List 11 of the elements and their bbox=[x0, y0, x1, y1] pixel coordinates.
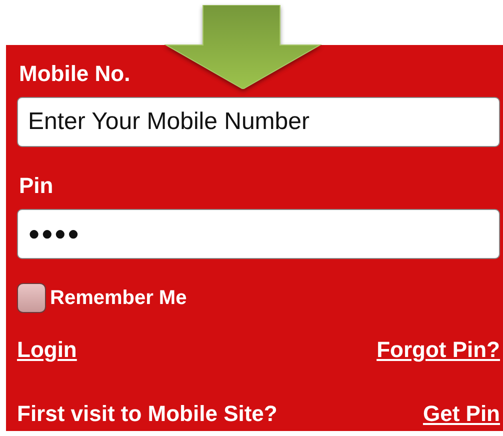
field-label: Mobile No. bbox=[19, 60, 132, 88]
footer-text: First visit to Mobile Site? bbox=[17, 401, 278, 427]
checkbox-label: Remember Me bbox=[50, 286, 187, 310]
link[interactable]: Login bbox=[17, 337, 77, 363]
link[interactable]: Forgot Pin? bbox=[376, 337, 500, 363]
input-field[interactable]: ●●●● bbox=[17, 209, 500, 259]
checkbox[interactable] bbox=[17, 283, 46, 313]
field-label: Pin bbox=[19, 172, 54, 200]
down-arrow-icon bbox=[163, 5, 323, 89]
input-field[interactable]: Enter Your Mobile Number bbox=[17, 97, 500, 147]
get-pin-link[interactable]: Get Pin bbox=[422, 401, 500, 427]
